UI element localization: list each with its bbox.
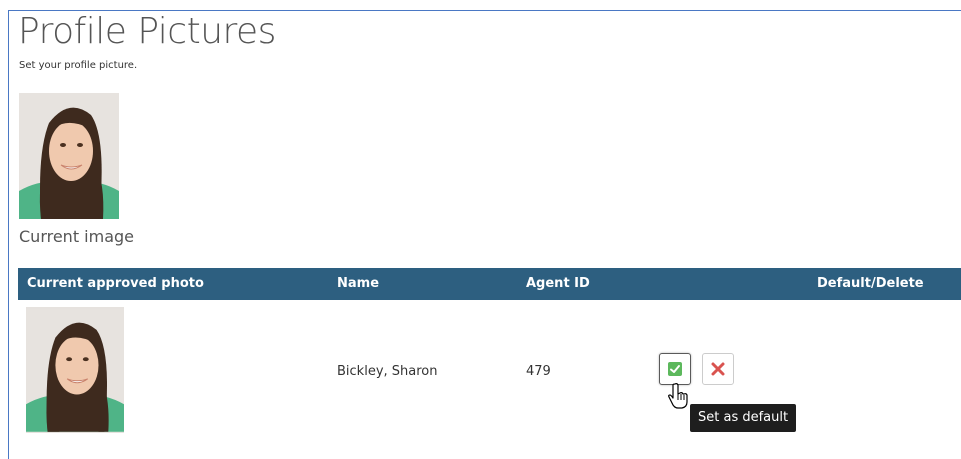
content-frame: [8, 10, 961, 459]
table-header: Current approved photo Name Agent ID Def…: [18, 268, 961, 300]
close-icon: [711, 362, 725, 376]
agent-name: Bickley, Sharon: [337, 364, 438, 379]
current-image-label: Current image: [19, 227, 135, 246]
hand-cursor-icon: [668, 382, 690, 410]
delete-button[interactable]: [702, 353, 734, 385]
page-subtitle: Set your profile picture.: [19, 60, 138, 71]
approved-photo: [26, 307, 124, 433]
column-header-photo: Current approved photo: [27, 276, 204, 291]
page-title: Profile Pictures: [18, 11, 276, 52]
column-header-default-delete: Default/Delete: [817, 276, 924, 291]
agent-id: 479: [526, 364, 551, 379]
current-profile-photo: [19, 93, 119, 219]
check-icon: [668, 362, 682, 376]
column-header-name: Name: [337, 276, 380, 291]
tooltip: Set as default: [690, 404, 797, 432]
set-default-button[interactable]: [659, 353, 691, 385]
column-header-agent-id: Agent ID: [526, 276, 590, 291]
